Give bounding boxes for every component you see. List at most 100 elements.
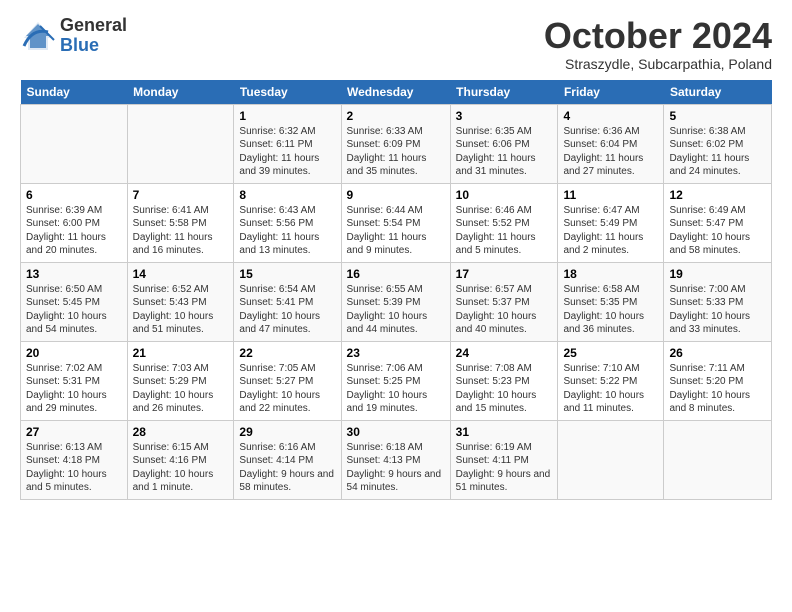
day-info: Sunrise: 6:54 AM Sunset: 5:41 PM Dayligh… [239, 283, 335, 337]
week-row: 6 Sunrise: 6:39 AM Sunset: 6:00 PM Daylig… [21, 183, 772, 262]
day-info: Sunrise: 6:36 AM Sunset: 6:04 PM Dayligh… [563, 125, 658, 179]
day-number: 13 [26, 267, 122, 281]
day-number: 30 [347, 425, 445, 439]
day-number: 8 [239, 188, 335, 202]
day-cell: 27Sunrise: 6:13 AM Sunset: 4:18 PM Dayli… [21, 420, 128, 499]
day-info: Sunrise: 6:19 AM Sunset: 4:11 PM Dayligh… [456, 441, 553, 495]
day-info: Sunrise: 6:46 AM Sunset: 5:52 PM Dayligh… [456, 204, 553, 258]
day-number: 27 [26, 425, 122, 439]
col-tuesday: Tuesday [234, 80, 341, 105]
day-cell: 22Sunrise: 7:05 AM Sunset: 5:27 PM Dayli… [234, 341, 341, 420]
col-monday: Monday [127, 80, 234, 105]
day-cell: 25 Sunrise: 7:10 AM Sunset: 5:22 PM Dayli… [558, 341, 664, 420]
day-number: 22 [239, 346, 335, 360]
day-info: Sunrise: 6:33 AM Sunset: 6:09 PM Dayligh… [347, 125, 445, 179]
day-info: Sunrise: 7:11 AM Sunset: 5:20 PM Dayligh… [669, 362, 766, 416]
col-sunday: Sunday [21, 80, 128, 105]
week-row: 27Sunrise: 6:13 AM Sunset: 4:18 PM Dayli… [21, 420, 772, 499]
day-number: 4 [563, 109, 658, 123]
day-number: 21 [133, 346, 229, 360]
day-info: Sunrise: 6:44 AM Sunset: 5:54 PM Dayligh… [347, 204, 445, 258]
day-cell: 21Sunrise: 7:03 AM Sunset: 5:29 PM Dayli… [127, 341, 234, 420]
col-wednesday: Wednesday [341, 80, 450, 105]
day-cell: 8 Sunrise: 6:43 AM Sunset: 5:56 PM Daylig… [234, 183, 341, 262]
col-saturday: Saturday [664, 80, 772, 105]
day-number: 16 [347, 267, 445, 281]
day-cell: 11Sunrise: 6:47 AM Sunset: 5:49 PM Dayli… [558, 183, 664, 262]
page: General Blue October 2024 Straszydle, Su… [0, 0, 792, 520]
header-row: Sunday Monday Tuesday Wednesday Thursday… [21, 80, 772, 105]
day-cell: 12 Sunrise: 6:49 AM Sunset: 5:47 PM Dayli… [664, 183, 772, 262]
day-cell: 19Sunrise: 7:00 AM Sunset: 5:33 PM Dayli… [664, 262, 772, 341]
day-number: 20 [26, 346, 122, 360]
logo-general-text: General [60, 16, 127, 36]
day-info: Sunrise: 6:38 AM Sunset: 6:02 PM Dayligh… [669, 125, 766, 179]
day-cell: 7 Sunrise: 6:41 AM Sunset: 5:58 PM Daylig… [127, 183, 234, 262]
day-number: 23 [347, 346, 445, 360]
week-row: 1Sunrise: 6:32 AM Sunset: 6:11 PM Daylig… [21, 104, 772, 183]
day-number: 28 [133, 425, 229, 439]
day-number: 18 [563, 267, 658, 281]
logo-icon [20, 18, 56, 54]
day-cell: 24 Sunrise: 7:08 AM Sunset: 5:23 PM Dayli… [450, 341, 558, 420]
day-info: Sunrise: 6:43 AM Sunset: 5:56 PM Dayligh… [239, 204, 335, 258]
day-cell: 17 Sunrise: 6:57 AM Sunset: 5:37 PM Dayli… [450, 262, 558, 341]
day-number: 6 [26, 188, 122, 202]
day-cell: 5Sunrise: 6:38 AM Sunset: 6:02 PM Daylig… [664, 104, 772, 183]
day-cell: 23 Sunrise: 7:06 AM Sunset: 5:25 PM Dayli… [341, 341, 450, 420]
col-thursday: Thursday [450, 80, 558, 105]
day-cell: 29 Sunrise: 6:16 AM Sunset: 4:14 PM Dayli… [234, 420, 341, 499]
day-number: 25 [563, 346, 658, 360]
week-row: 13Sunrise: 6:50 AM Sunset: 5:45 PM Dayli… [21, 262, 772, 341]
day-info: Sunrise: 6:18 AM Sunset: 4:13 PM Dayligh… [347, 441, 445, 495]
day-number: 7 [133, 188, 229, 202]
day-cell: 3Sunrise: 6:35 AM Sunset: 6:06 PM Daylig… [450, 104, 558, 183]
day-number: 1 [239, 109, 335, 123]
day-info: Sunrise: 6:49 AM Sunset: 5:47 PM Dayligh… [669, 204, 766, 258]
week-row: 20 Sunrise: 7:02 AM Sunset: 5:31 PM Dayli… [21, 341, 772, 420]
day-info: Sunrise: 6:41 AM Sunset: 5:58 PM Dayligh… [133, 204, 229, 258]
day-info: Sunrise: 6:58 AM Sunset: 5:35 PM Dayligh… [563, 283, 658, 337]
day-number: 2 [347, 109, 445, 123]
day-info: Sunrise: 6:47 AM Sunset: 5:49 PM Dayligh… [563, 204, 658, 258]
day-cell: 15 Sunrise: 6:54 AM Sunset: 5:41 PM Dayli… [234, 262, 341, 341]
day-cell: 20 Sunrise: 7:02 AM Sunset: 5:31 PM Dayli… [21, 341, 128, 420]
logo-text: General Blue [60, 16, 127, 56]
day-cell [558, 420, 664, 499]
header: General Blue October 2024 Straszydle, Su… [20, 16, 772, 72]
day-cell: 18 Sunrise: 6:58 AM Sunset: 5:35 PM Dayli… [558, 262, 664, 341]
calendar-table: Sunday Monday Tuesday Wednesday Thursday… [20, 80, 772, 500]
day-cell: 30 Sunrise: 6:18 AM Sunset: 4:13 PM Dayli… [341, 420, 450, 499]
day-info: Sunrise: 6:39 AM Sunset: 6:00 PM Dayligh… [26, 204, 122, 258]
day-info: Sunrise: 6:52 AM Sunset: 5:43 PM Dayligh… [133, 283, 229, 337]
day-cell: 4 Sunrise: 6:36 AM Sunset: 6:04 PM Daylig… [558, 104, 664, 183]
day-number: 29 [239, 425, 335, 439]
day-info: Sunrise: 6:16 AM Sunset: 4:14 PM Dayligh… [239, 441, 335, 495]
day-number: 9 [347, 188, 445, 202]
day-number: 10 [456, 188, 553, 202]
day-info: Sunrise: 7:02 AM Sunset: 5:31 PM Dayligh… [26, 362, 122, 416]
day-info: Sunrise: 7:10 AM Sunset: 5:22 PM Dayligh… [563, 362, 658, 416]
day-info: Sunrise: 6:35 AM Sunset: 6:06 PM Dayligh… [456, 125, 553, 179]
day-info: Sunrise: 6:55 AM Sunset: 5:39 PM Dayligh… [347, 283, 445, 337]
day-number: 12 [669, 188, 766, 202]
day-cell [21, 104, 128, 183]
day-info: Sunrise: 7:08 AM Sunset: 5:23 PM Dayligh… [456, 362, 553, 416]
day-number: 19 [669, 267, 766, 281]
day-number: 26 [669, 346, 766, 360]
day-cell: 1Sunrise: 6:32 AM Sunset: 6:11 PM Daylig… [234, 104, 341, 183]
logo: General Blue [20, 16, 127, 56]
day-number: 17 [456, 267, 553, 281]
day-info: Sunrise: 6:57 AM Sunset: 5:37 PM Dayligh… [456, 283, 553, 337]
day-cell: 26 Sunrise: 7:11 AM Sunset: 5:20 PM Dayli… [664, 341, 772, 420]
day-number: 24 [456, 346, 553, 360]
title-block: October 2024 Straszydle, Subcarpathia, P… [544, 16, 772, 72]
logo-blue-text: Blue [60, 36, 127, 56]
day-number: 31 [456, 425, 553, 439]
day-info: Sunrise: 7:06 AM Sunset: 5:25 PM Dayligh… [347, 362, 445, 416]
day-cell: 13Sunrise: 6:50 AM Sunset: 5:45 PM Dayli… [21, 262, 128, 341]
day-cell: 31 Sunrise: 6:19 AM Sunset: 4:11 PM Dayli… [450, 420, 558, 499]
day-number: 15 [239, 267, 335, 281]
day-cell: 10 Sunrise: 6:46 AM Sunset: 5:52 PM Dayli… [450, 183, 558, 262]
day-cell: 2 Sunrise: 6:33 AM Sunset: 6:09 PM Daylig… [341, 104, 450, 183]
